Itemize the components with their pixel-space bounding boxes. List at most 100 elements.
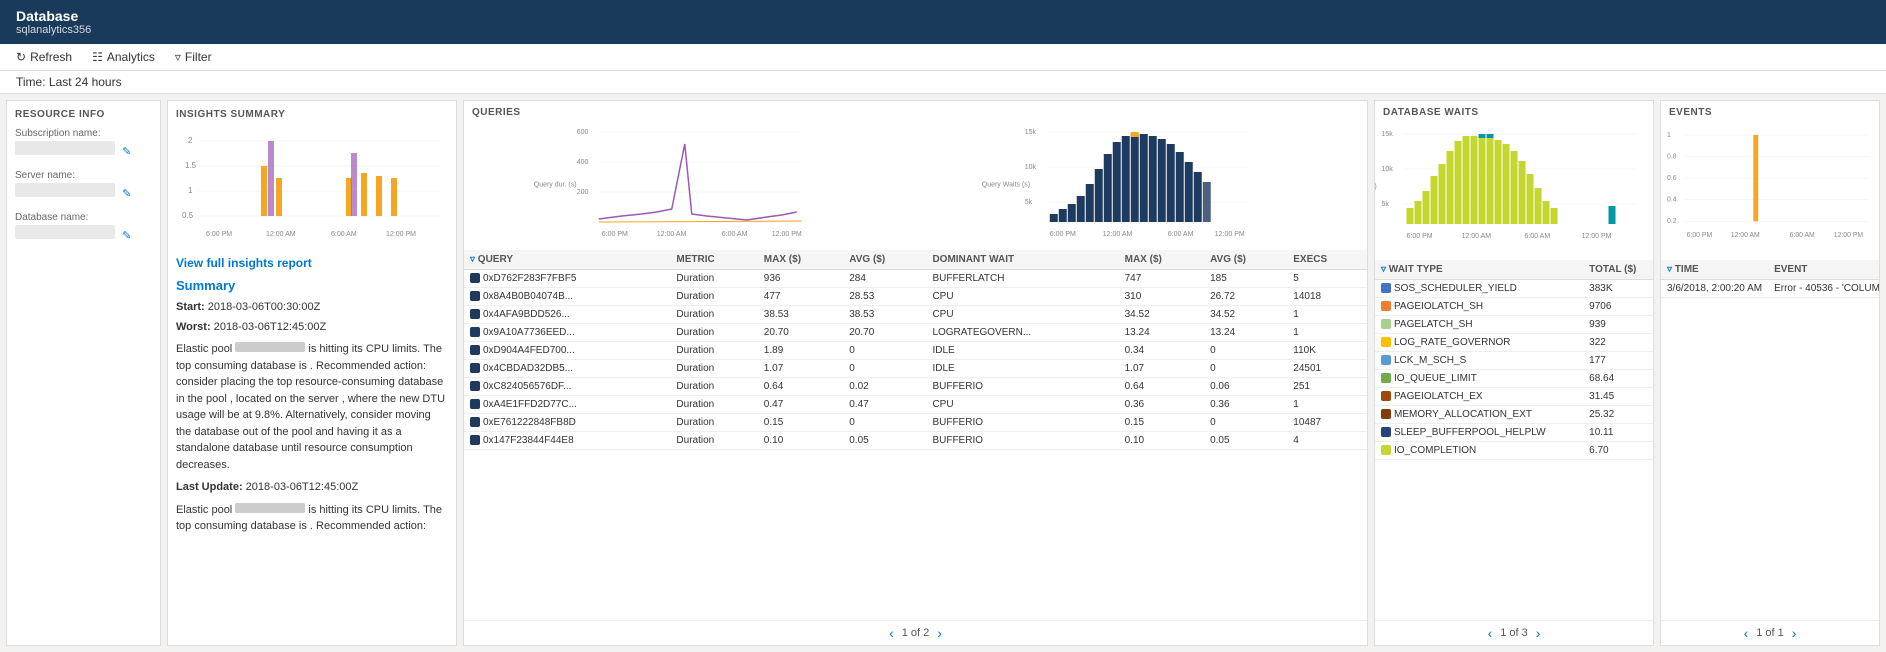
svg-text:6:00 PM: 6:00 PM [206,231,232,238]
filter-button[interactable]: ▿ Filter [175,50,212,64]
query-cell: 0xD904A4FED700... [464,342,670,360]
header-title: Database [16,8,1870,24]
filter-icon: ▿ [175,50,181,64]
database-edit-icon[interactable]: ✎ [122,230,131,242]
table-row[interactable]: SOS_SCHEDULER_YIELD 383K [1375,280,1653,298]
avg2-cell: 0.06 [1204,378,1287,396]
filter-label: Filter [185,50,212,64]
max1-cell: 0.15 [758,414,843,432]
waits-prev-button[interactable]: ‹ [1488,625,1493,641]
table-row[interactable]: 0x8A4B0B04074B... Duration 477 28.53 CPU… [464,288,1367,306]
table-row[interactable]: 0xE761222848FB8D Duration 0.15 0 BUFFERI… [464,414,1367,432]
svg-text:200: 200 [577,189,589,196]
table-row[interactable]: PAGELATCH_SH 939 [1375,316,1653,334]
table-row[interactable]: 0xD904A4FED700... Duration 1.89 0 IDLE 0… [464,342,1367,360]
queries-title: QUERIES [472,107,521,118]
events-prev-button[interactable]: ‹ [1744,625,1749,641]
total-cell: 25.32 [1583,406,1653,424]
table-row[interactable]: 0xC824056576DF... Duration 0.64 0.02 BUF… [464,378,1367,396]
dominant-wait-cell: BUFFERIO [926,414,1118,432]
table-row[interactable]: 3/6/2018, 2:00:20 AM Error - 40536 - 'CO… [1661,280,1879,298]
table-row[interactable]: MEMORY_ALLOCATION_EXT 25.32 [1375,406,1653,424]
execs-cell: 5 [1287,270,1367,288]
waits-next-button[interactable]: › [1536,625,1541,641]
table-row[interactable]: 0xD762F283F7FBF5 Duration 936 284 BUFFER… [464,270,1367,288]
col-metric[interactable]: METRIC [670,250,757,270]
table-row[interactable]: LCK_M_SCH_S 177 [1375,352,1653,370]
avg1-cell: 0 [843,342,926,360]
table-row[interactable]: 0x4AFA9BDD526... Duration 38.53 38.53 CP… [464,306,1367,324]
queries-prev-button[interactable]: ‹ [889,625,894,641]
avg1-cell: 0 [843,360,926,378]
col-total[interactable]: TOTAL ($) [1583,260,1653,280]
redacted-1 [235,342,305,352]
col-time[interactable]: ▿ TIME [1661,260,1768,280]
col-wait-type[interactable]: ▿ WAIT TYPE [1375,260,1583,280]
avg2-cell: 0 [1204,360,1287,378]
subscription-edit-icon[interactable]: ✎ [122,146,131,158]
svg-text:6:00 AM: 6:00 AM [722,231,748,238]
table-row[interactable]: 0x4CBDAD32DB5... Duration 1.07 0 IDLE 1.… [464,360,1367,378]
max1-cell: 936 [758,270,843,288]
max2-cell: 747 [1119,270,1204,288]
svg-text:10k: 10k [1024,164,1036,171]
col-avg1[interactable]: AVG ($) [843,250,926,270]
col-dominant-wait[interactable]: DOMINANT WAIT [926,250,1118,270]
avg2-cell: 0.05 [1204,432,1287,450]
avg1-cell: 0.02 [843,378,926,396]
svg-text:5k: 5k [1024,199,1032,206]
col-event[interactable]: EVENT [1768,260,1879,280]
table-row[interactable]: PAGEIOLATCH_SH 9706 [1375,298,1653,316]
col-query[interactable]: ▿ QUERY [464,250,670,270]
analytics-button[interactable]: ☷ Analytics [92,50,155,64]
events-next-button[interactable]: › [1792,625,1797,641]
max2-cell: 310 [1119,288,1204,306]
table-row[interactable]: PAGEIOLATCH_EX 31.45 [1375,388,1653,406]
execs-cell: 24501 [1287,360,1367,378]
metric-cell: Duration [670,288,757,306]
svg-text:12:00 AM: 12:00 AM [266,231,296,238]
query-cell: 0xA4E1FFD2D77C... [464,396,670,414]
svg-text:400: 400 [577,159,589,166]
events-panel: EVENTS 1 0.8 0.6 0.4 0.2 6:00 PM 12:00 A… [1660,100,1880,646]
table-row[interactable]: 0x147F23844F44E8 Duration 0.10 0.05 BUFF… [464,432,1367,450]
metric-cell: Duration [670,396,757,414]
max2-cell: 0.10 [1119,432,1204,450]
view-insights-link[interactable]: View full insights report [176,256,448,270]
table-row[interactable]: IO_QUEUE_LIMIT 68.64 [1375,370,1653,388]
svg-text:12:00 AM: 12:00 AM [1102,231,1132,238]
col-execs[interactable]: EXECS [1287,250,1367,270]
queries-next-button[interactable]: › [937,625,942,641]
table-row[interactable]: LOG_RATE_GOVERNOR 322 [1375,334,1653,352]
svg-text:5k: 5k [1382,201,1390,208]
avg2-cell: 0 [1204,342,1287,360]
table-row[interactable]: 0x9A10A7736EED... Duration 20.70 20.70 L… [464,324,1367,342]
col-avg2[interactable]: AVG ($) [1204,250,1287,270]
svg-text:1: 1 [188,186,193,195]
refresh-button[interactable]: ↻ Refresh [16,50,72,64]
execs-cell: 14018 [1287,288,1367,306]
queries-panel: QUERIES 600 400 200 6:00 PM [463,100,1368,646]
waits-page: 1 of 3 [1500,627,1528,639]
execs-cell: 4 [1287,432,1367,450]
svg-text:6:00 AM: 6:00 AM [1525,233,1551,240]
dominant-wait-cell: IDLE [926,360,1118,378]
toolbar: ↻ Refresh ☷ Analytics ▿ Filter [0,44,1886,71]
server-edit-icon[interactable]: ✎ [122,188,131,200]
insights-panel: INSIGHTS SUMMARY 2 1.5 1 0.5 Insights 6:… [167,100,457,646]
execs-cell: 251 [1287,378,1367,396]
dominant-wait-cell: CPU [926,306,1118,324]
avg1-cell: 0.05 [843,432,926,450]
max2-cell: 1.07 [1119,360,1204,378]
table-row[interactable]: 0xA4E1FFD2D77C... Duration 0.47 0.47 CPU… [464,396,1367,414]
table-row[interactable]: IO_COMPLETION 6.70 [1375,442,1653,460]
col-max2[interactable]: MAX ($) [1119,250,1204,270]
time-label: Time: Last 24 hours [16,75,122,89]
col-max1[interactable]: MAX ($) [758,250,843,270]
waits-title: DATABASE WAITS [1383,107,1479,118]
redacted-2 [235,503,305,513]
total-cell: 177 [1583,352,1653,370]
query-cell: 0x9A10A7736EED... [464,324,670,342]
table-row[interactable]: SLEEP_BUFFERPOOL_HELPLW 10.11 [1375,424,1653,442]
events-table-container: ▿ TIME EVENT 3/6/2018, 2:00:20 AM Error … [1661,260,1879,620]
